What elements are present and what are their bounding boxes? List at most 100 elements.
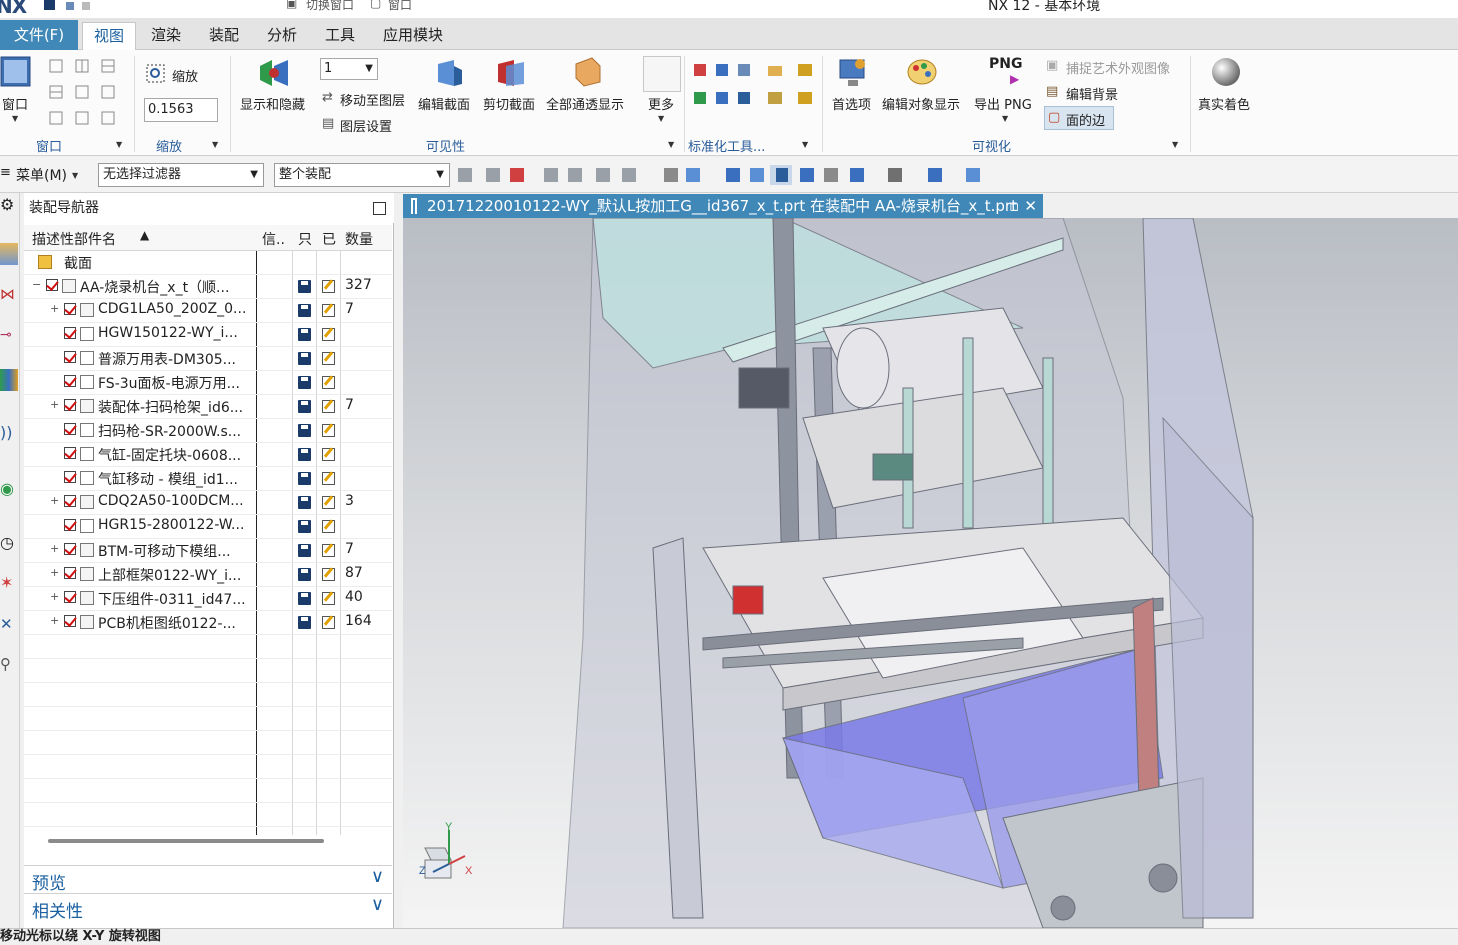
visibility-checkbox[interactable] [64, 351, 76, 363]
reuse-library-tab-icon[interactable] [0, 369, 18, 391]
process-studio-icon[interactable]: ✕ [0, 615, 18, 637]
visibility-checkbox[interactable] [64, 519, 76, 531]
tab-analysis[interactable]: 分析 [256, 22, 308, 50]
horizontal-scrollbar[interactable] [48, 839, 324, 843]
true-shading-button[interactable]: 真实着色 [1198, 94, 1250, 113]
view-layout-grid-icons[interactable] [48, 58, 118, 128]
visibility-checkbox[interactable] [64, 543, 76, 555]
window-menu-button[interactable]: 窗口 [388, 0, 412, 12]
tab-view[interactable]: 视图 [82, 22, 137, 50]
png-icon[interactable]: PNG [989, 56, 1022, 72]
visibility-checkbox[interactable] [64, 423, 76, 435]
show-hide-icon[interactable] [258, 58, 292, 88]
zoom-scale-input[interactable]: 0.1563 [144, 98, 218, 122]
capture-art-icon[interactable]: ▣ [1046, 58, 1062, 74]
edit-background-button[interactable]: 编辑背景 [1066, 84, 1118, 103]
tree-row[interactable]: HGR15-2800122-W... [24, 515, 392, 539]
window-layout-icon[interactable] [0, 56, 32, 88]
expand-icon[interactable]: + [50, 495, 59, 506]
menu-dropdown-arrow[interactable]: ▼ [72, 171, 78, 180]
palette-icon[interactable]: ✶ [0, 573, 18, 595]
export-png-button[interactable]: 导出 PNG [974, 94, 1032, 113]
move-to-layer-icon[interactable]: ⇄ [322, 90, 338, 106]
switch-window-icon[interactable]: ▣ [286, 0, 302, 12]
edit-background-icon[interactable]: ▤ [1046, 84, 1062, 100]
file-menu-button[interactable]: 文件(F) [0, 20, 78, 50]
true-shading-icon[interactable] [1210, 56, 1244, 90]
edit-section-icon[interactable] [434, 58, 464, 88]
window-button[interactable]: 窗口 [2, 94, 28, 113]
tree-row[interactable]: + 下压组件-0311_id47... 40 [24, 587, 392, 611]
column-header-info[interactable]: 信.. [262, 229, 285, 249]
visibility-checkbox[interactable] [64, 327, 76, 339]
visibility-checkbox[interactable] [64, 495, 76, 507]
edit-object-display-button[interactable]: 编辑对象显示 [882, 94, 960, 113]
column-header-read-only[interactable]: 只 [298, 229, 312, 249]
maximize-panel-icon[interactable] [373, 202, 386, 215]
show-all-transparent-button[interactable]: 全部通透显示 [546, 94, 624, 113]
show-all-transparent-icon[interactable] [572, 56, 604, 88]
layer-settings-icon[interactable]: ▤ [322, 116, 338, 132]
visibility-checkbox[interactable] [64, 591, 76, 603]
edit-object-display-icon[interactable] [906, 56, 940, 90]
more-button[interactable]: 更多 [648, 94, 674, 113]
tree-row[interactable]: HGW150122-WY_i... [24, 323, 392, 347]
preferences-button[interactable]: 首选项 [832, 94, 871, 113]
tree-row[interactable]: + PCB机柜图纸0122-... 164 [24, 611, 392, 635]
export-png-dropdown-arrow[interactable]: ▼ [1002, 114, 1008, 123]
clip-section-icon[interactable] [494, 58, 526, 88]
visualization-group-menu[interactable]: ▼ [1172, 140, 1178, 149]
more-dropdown-arrow[interactable]: ▼ [658, 114, 664, 123]
layer-settings-button[interactable]: 图层设置 [340, 116, 392, 135]
expand-icon[interactable]: + [50, 303, 59, 314]
layer-select[interactable]: 1 ▼ [320, 58, 378, 80]
clock-history-icon[interactable]: ◷ [0, 533, 18, 555]
tree-row[interactable]: + CDG1LA50_200Z_0... 7 [24, 299, 392, 323]
capture-art-button[interactable]: 捕捉艺术外观图像 [1066, 58, 1170, 77]
close-icon[interactable]: ▫ ✕ [1009, 194, 1037, 218]
history-tab-icon[interactable]: ◉ [0, 479, 18, 501]
quick-access-toolbar[interactable] [42, 0, 122, 12]
visibility-checkbox[interactable] [64, 303, 76, 315]
menu-button[interactable]: 菜单(M) [16, 165, 67, 185]
tab-application[interactable]: 应用模块 [372, 22, 454, 50]
assembly-navigator-tab-icon[interactable] [0, 243, 18, 265]
web-browser-tab-icon[interactable]: )) [0, 423, 18, 445]
layer-dropdown-arrow[interactable]: ▼ [365, 59, 373, 79]
tree-row[interactable]: − AA-烧录机台_x_t（顺... 327 [24, 275, 392, 299]
expand-icon[interactable]: + [50, 615, 59, 626]
preferences-icon[interactable] [838, 56, 870, 90]
selection-toolbar-icons[interactable] [458, 165, 1008, 185]
tree-row[interactable]: 普源万用表-DM305... [24, 347, 392, 371]
visibility-checkbox[interactable] [64, 447, 76, 459]
tree-row[interactable]: 扫码枪-SR-2000W.s... [24, 419, 392, 443]
tree-row[interactable]: FS-3u面板-电源万用... [24, 371, 392, 395]
window-group-menu[interactable]: ▼ [116, 140, 122, 149]
graphics-viewport[interactable]: Y X Z [403, 218, 1458, 928]
part-navigator-tab-icon[interactable]: ⊸ [0, 327, 18, 349]
standard-tools-group-menu[interactable]: ▼ [802, 140, 808, 149]
expand-icon[interactable]: + [50, 543, 59, 554]
tab-render[interactable]: 渲染 [140, 22, 192, 50]
zoom-group-menu[interactable]: ▼ [212, 140, 218, 149]
expand-icon[interactable]: + [50, 399, 59, 410]
visibility-group-menu[interactable]: ▼ [668, 140, 674, 149]
standard-tools-icons[interactable] [692, 62, 822, 116]
edit-section-button[interactable]: 编辑截面 [418, 94, 470, 113]
type-filter-select[interactable]: 无选择过滤器 ▼ [98, 163, 264, 187]
tree-row[interactable]: 气缸-固定托块-0608... [24, 443, 392, 467]
roles-icon[interactable]: ⚲ [0, 655, 18, 677]
column-header-modified[interactable]: 已 [322, 229, 336, 249]
selection-scope-select[interactable]: 整个装配 ▼ [274, 163, 450, 187]
preview-section-header[interactable]: 预览 ∨ [24, 865, 392, 894]
visibility-checkbox[interactable] [64, 471, 76, 483]
zoom-label[interactable]: 缩放 [172, 66, 198, 85]
tree-row[interactable]: + 上部框架0122-WY_i... 87 [24, 563, 392, 587]
visibility-checkbox[interactable] [64, 567, 76, 579]
tree-row[interactable]: + BTM-可移动下模组... 7 [24, 539, 392, 563]
dependencies-section-header[interactable]: 相关性 ∨ [24, 893, 392, 922]
visibility-checkbox[interactable] [64, 399, 76, 411]
clip-section-button[interactable]: 剪切截面 [483, 94, 535, 113]
visibility-checkbox[interactable] [46, 279, 58, 291]
column-header-name[interactable]: 描述性部件名 [32, 229, 116, 249]
